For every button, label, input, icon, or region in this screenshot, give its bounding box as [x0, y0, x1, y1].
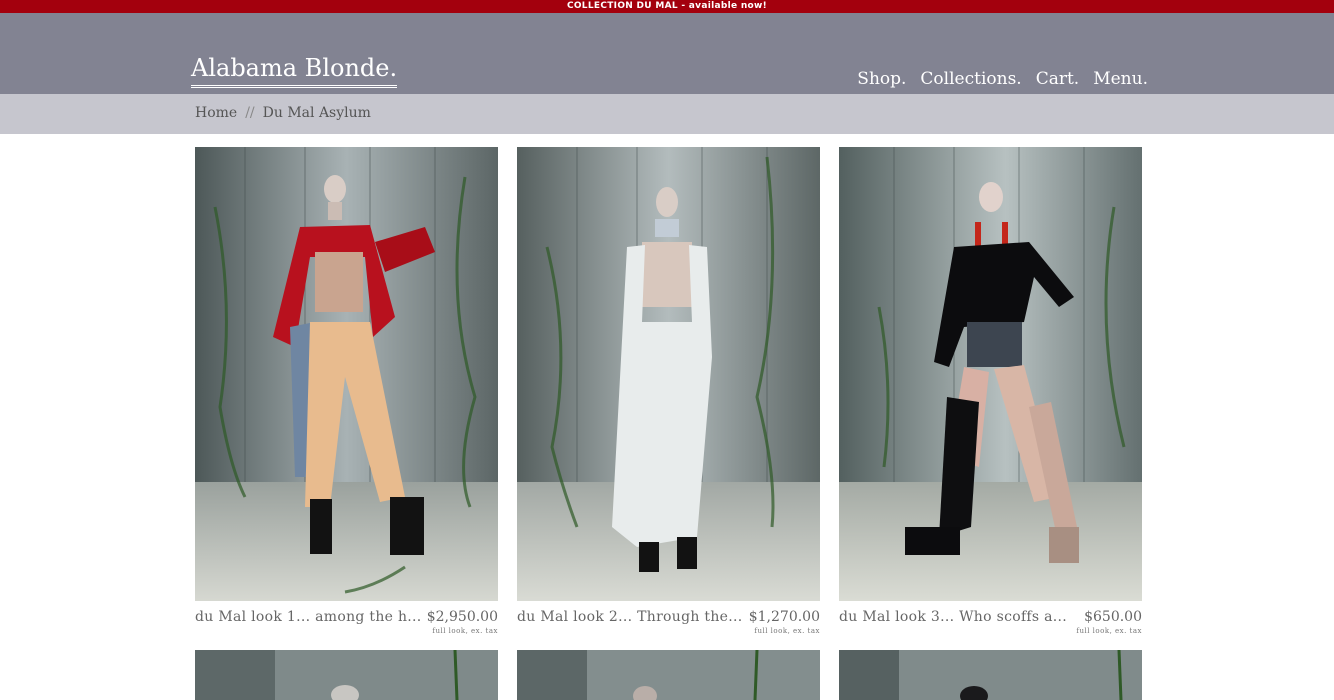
product-title[interactable]: du Mal look 2... Through the... — [517, 609, 743, 625]
product-image[interactable] — [517, 650, 820, 700]
product-price: $1,270.00 — [748, 609, 820, 625]
product-image[interactable] — [517, 147, 820, 601]
product-card[interactable]: du Mal look 2... Through the... $1,270.0… — [517, 147, 820, 637]
breadcrumb: Home // Du Mal Asylum — [0, 94, 1334, 134]
nav-menu[interactable]: Menu. — [1093, 69, 1148, 89]
product-card[interactable]: du Mal look 1... among the h... $2,950.0… — [195, 147, 498, 637]
breadcrumb-current: Du Mal Asylum — [262, 105, 371, 121]
product-image[interactable] — [195, 650, 498, 700]
breadcrumb-home[interactable]: Home — [195, 105, 237, 121]
product-card[interactable]: du Mal look 3... Who scoffs a... $650.00… — [839, 147, 1142, 637]
main-nav: Shop. Collections. Cart. Menu. — [857, 69, 1148, 89]
nav-collections[interactable]: Collections. — [920, 69, 1021, 89]
breadcrumb-separator: // — [245, 105, 255, 121]
product-card[interactable] — [517, 650, 820, 700]
product-price: $650.00 — [1084, 609, 1142, 625]
brand-logo[interactable]: Alabama Blonde. — [191, 54, 398, 88]
product-price-note: full look, ex. tax — [1076, 627, 1142, 635]
product-card[interactable] — [839, 650, 1142, 700]
product-image[interactable] — [195, 147, 498, 601]
product-title[interactable]: du Mal look 3... Who scoffs a... — [839, 609, 1067, 625]
nav-shop[interactable]: Shop. — [857, 69, 906, 89]
product-image[interactable] — [839, 147, 1142, 601]
product-price-note: full look, ex. tax — [432, 627, 498, 635]
product-title[interactable]: du Mal look 1... among the h... — [195, 609, 422, 625]
nav-cart[interactable]: Cart. — [1036, 69, 1080, 89]
product-price-note: full look, ex. tax — [754, 627, 820, 635]
product-image[interactable] — [839, 650, 1142, 700]
product-card[interactable] — [195, 650, 498, 700]
announcement-bar[interactable]: COLLECTION DU MAL - available now! — [0, 0, 1334, 13]
product-price: $2,950.00 — [426, 609, 498, 625]
site-header: Alabama Blonde. Shop. Collections. Cart.… — [0, 13, 1334, 94]
